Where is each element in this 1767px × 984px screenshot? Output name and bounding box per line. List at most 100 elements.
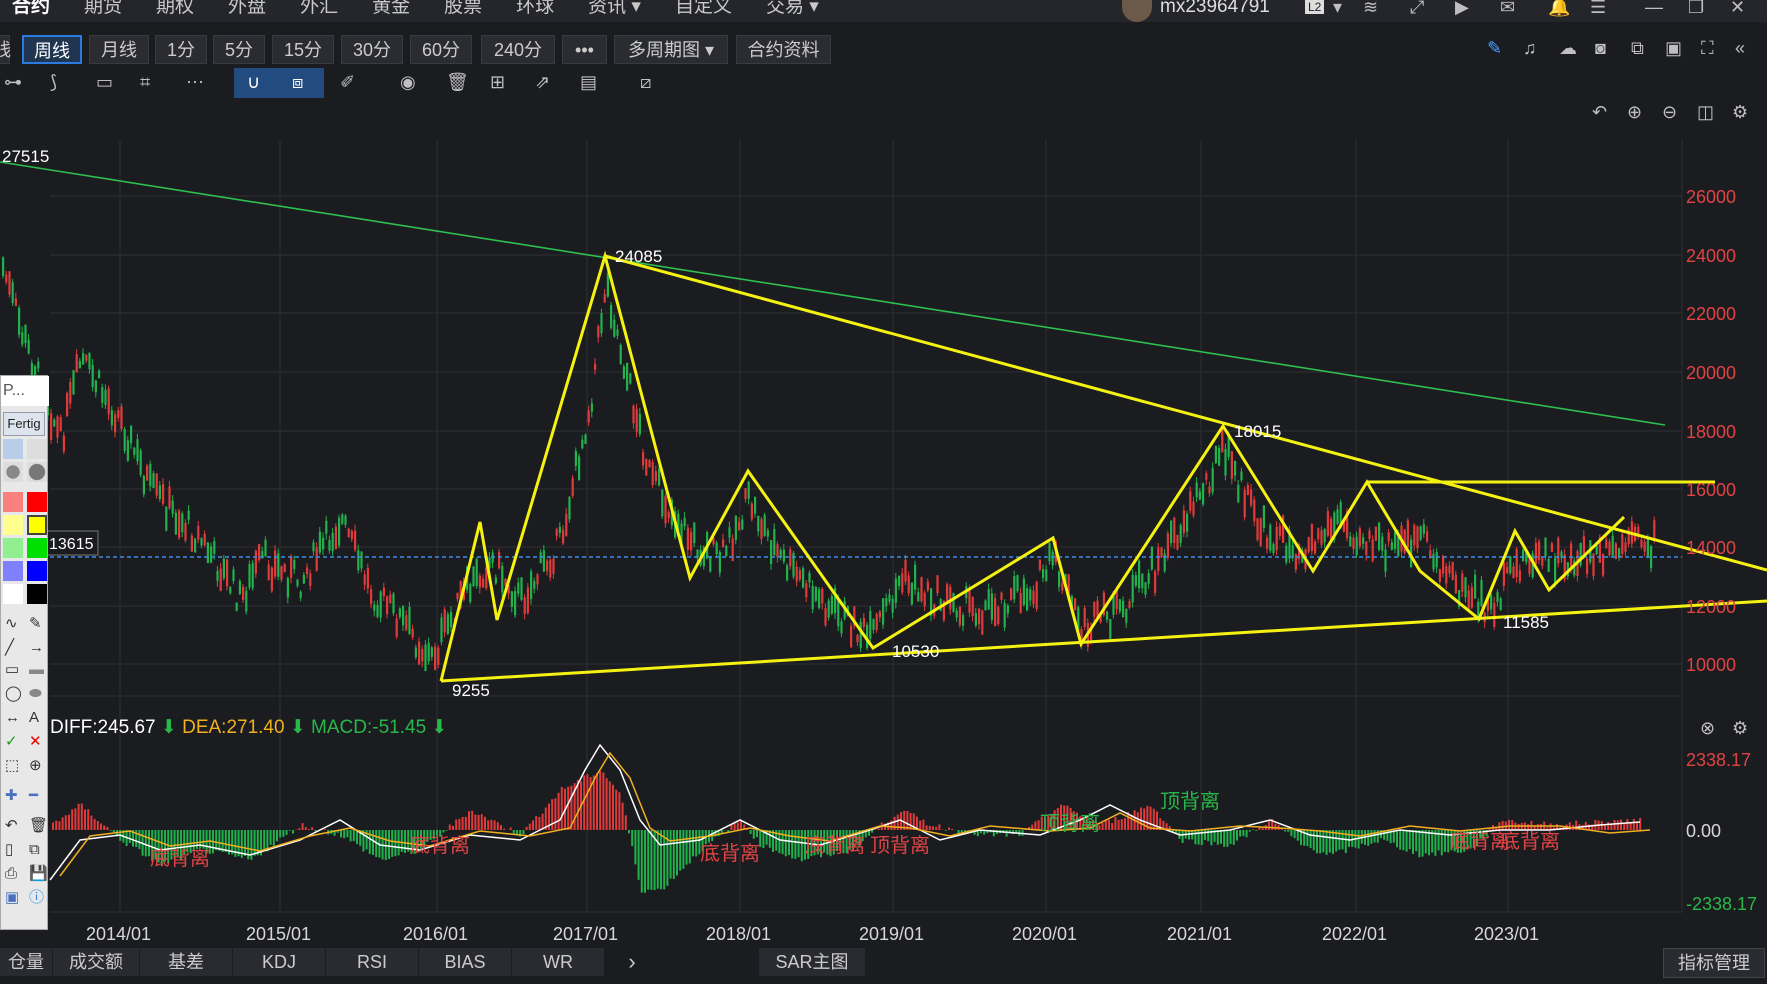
candle-body <box>1234 460 1237 476</box>
candle-body <box>1195 482 1198 498</box>
color-light-blue[interactable] <box>3 561 23 581</box>
color-green[interactable] <box>27 538 47 558</box>
candle-body <box>1538 541 1541 561</box>
arrow-tool-icon[interactable]: → <box>29 638 44 658</box>
save-icon[interactable]: 💾 <box>29 864 48 884</box>
macd-settings-icon[interactable]: ⚙ <box>1732 718 1748 738</box>
tab-turnover[interactable]: 成交额 <box>53 948 140 976</box>
color-yellow[interactable] <box>27 515 47 535</box>
candle-body <box>1323 528 1326 543</box>
macd-legend: DIFF:245.67 ⬇ DEA:271.40 ⬇ MACD:-51.45 ⬇ <box>50 717 448 738</box>
dot-small-tool[interactable] <box>3 439 23 459</box>
macd-close-icon[interactable]: ⊗ <box>1700 718 1715 738</box>
measure-tool-icon[interactable]: ↔ <box>5 708 20 728</box>
color-light-yellow[interactable] <box>3 515 23 535</box>
info-icon[interactable]: ⓘ <box>29 888 44 908</box>
tab-kdj[interactable]: KDJ <box>233 948 326 976</box>
check-icon[interactable]: ✓ <box>5 732 18 752</box>
macd-histogram <box>52 770 1642 893</box>
color-light-green[interactable] <box>3 538 23 558</box>
candle-body <box>1387 532 1390 542</box>
export-icon[interactable]: ▣ <box>5 888 19 908</box>
dot-xlarge-tool[interactable] <box>27 462 47 482</box>
candle-body <box>475 558 478 586</box>
color-light-red[interactable] <box>3 492 23 512</box>
candle-body <box>184 522 187 541</box>
candle-body <box>107 388 110 415</box>
candle-body <box>1541 558 1544 566</box>
line-draw-icon[interactable]: ╱ <box>5 638 14 658</box>
remove-tool-icon[interactable]: ━ <box>29 786 38 806</box>
candle-body <box>1166 533 1169 558</box>
candle-body <box>1493 602 1496 627</box>
filled-ellipse-tool-icon[interactable]: ⬬ <box>29 684 42 704</box>
macd-bar <box>512 830 515 834</box>
candle-body <box>306 567 309 575</box>
candle-body <box>1349 536 1352 547</box>
print-icon[interactable]: ⎙ <box>5 864 17 884</box>
candle-body <box>142 475 145 495</box>
label-low-2016: 9255 <box>452 681 490 700</box>
filled-rect-tool-icon[interactable]: ▬ <box>29 660 44 680</box>
color-white[interactable] <box>3 584 23 604</box>
pen-tool-icon[interactable]: ✎ <box>29 614 42 634</box>
macd-bar <box>1623 823 1626 830</box>
macd-diff-line <box>49 743 1641 881</box>
candle-body <box>536 574 539 585</box>
ellipse-tool-icon[interactable]: ◯ <box>5 684 22 704</box>
undo-draw-icon[interactable]: ↶ <box>5 816 18 836</box>
candle-body <box>242 586 245 600</box>
macd-bar <box>640 830 643 893</box>
tab-basis[interactable]: 基差 <box>140 948 233 976</box>
new-file-icon[interactable]: ▯ <box>5 840 13 860</box>
text-tool-icon[interactable]: A <box>29 708 39 728</box>
palette-done-button[interactable]: Fertig <box>3 412 45 436</box>
macd-bar <box>442 830 445 833</box>
macd-bar <box>557 792 560 830</box>
macd-bar <box>263 830 266 852</box>
candle-body <box>1640 539 1643 548</box>
long-trend-line <box>0 161 1666 426</box>
macd-bar <box>1104 820 1107 830</box>
copy-draw-icon[interactable]: ⧉ <box>29 840 40 860</box>
color-red[interactable] <box>27 492 47 512</box>
macd-bar <box>615 789 618 830</box>
macd-bar <box>791 830 794 859</box>
price-tick: 22000 <box>1686 304 1736 324</box>
rect-tool-icon[interactable]: ▭ <box>5 660 19 680</box>
indicator-manage-button[interactable]: 指标管理 <box>1663 948 1765 978</box>
macd-bar <box>324 829 326 830</box>
macd-bar <box>394 830 397 857</box>
color-blue[interactable] <box>27 561 47 581</box>
price-chart[interactable]: 27515 24085 18015 9255 10530 11585 13615… <box>0 0 1767 984</box>
tab-bias[interactable]: BIAS <box>419 948 512 976</box>
candle-body <box>1042 569 1045 578</box>
curve-tool-icon[interactable]: ∿ <box>5 614 18 634</box>
zoom-tool-icon[interactable]: ⊕ <box>29 756 42 776</box>
tab-sar-main[interactable]: SAR主图 <box>759 948 866 976</box>
delete-draw-icon[interactable]: 🗑 <box>29 816 48 836</box>
macd-bar <box>1111 823 1114 830</box>
candle-body <box>683 517 686 527</box>
tab-wr[interactable]: WR <box>512 948 605 976</box>
candle-body <box>1253 499 1256 522</box>
candle-body <box>562 529 565 544</box>
candle-body <box>434 646 437 670</box>
tab-scroll-right-icon[interactable]: › <box>612 948 653 976</box>
select-tool-icon[interactable]: ⬚ <box>5 756 19 776</box>
dot-medium-tool[interactable] <box>27 439 47 459</box>
cross-icon[interactable]: ✕ <box>29 732 42 752</box>
tab-rsi[interactable]: RSI <box>326 948 419 976</box>
time-tick: 2014/01 <box>86 924 151 944</box>
color-black[interactable] <box>27 584 47 604</box>
dot-large-tool[interactable] <box>3 462 23 482</box>
candle-body <box>338 517 341 546</box>
price-tick: 12000 <box>1686 597 1736 617</box>
candle-body <box>894 578 897 603</box>
candle-body <box>648 459 651 468</box>
candle-body <box>686 527 689 550</box>
add-tool-icon[interactable]: ✚ <box>5 786 18 806</box>
macd-bar <box>951 828 954 830</box>
tab-open-interest[interactable]: 仓量 <box>0 948 53 976</box>
candle-body <box>888 594 891 602</box>
